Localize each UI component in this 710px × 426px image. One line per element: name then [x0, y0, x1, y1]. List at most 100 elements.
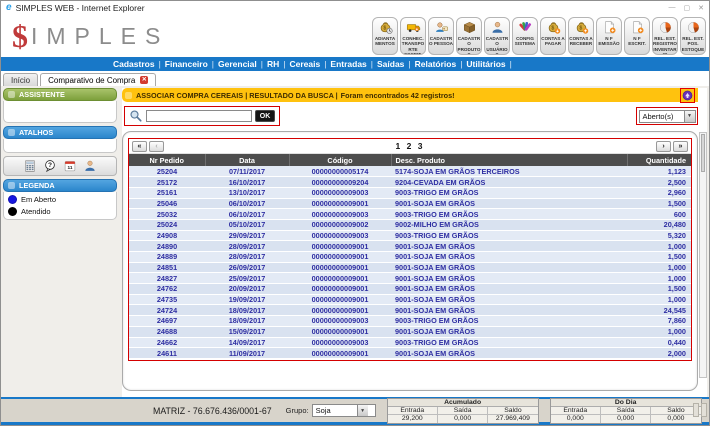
atalhos-panel-header[interactable]: ATALHOS — [3, 126, 117, 139]
menu-item-rh[interactable]: RH — [267, 59, 279, 69]
cell-nr-pedido[interactable]: 25204 — [129, 166, 205, 177]
collapse-circle-icon[interactable] — [680, 88, 695, 103]
cell-desc-produto: 9001-SOJA EM GRÃOS — [391, 348, 627, 359]
menu-item-relatorios[interactable]: Relatórios — [415, 59, 457, 69]
toolbar-button-cadastro-pessoa[interactable]: CADASTRO PESSOA — [428, 17, 454, 55]
toolbar-button-n-f-emissao[interactable]: N F EMISSÃO — [596, 17, 622, 55]
calculator-icon[interactable] — [23, 159, 37, 173]
cell-nr-pedido[interactable]: 24735 — [129, 294, 205, 305]
cell-nr-pedido[interactable]: 24688 — [129, 326, 205, 337]
assistente-panel-header[interactable]: ASSISTENTE — [3, 88, 117, 101]
cell-nr-pedido[interactable]: 25032 — [129, 209, 205, 220]
status-filter-group: Aberto(s) ▼ — [636, 107, 698, 125]
table-row[interactable]: 2504606/10/2017000000000090019001-SOJA E… — [129, 198, 691, 209]
toolbar-button-rel-est-registro-inventario[interactable]: REL. EST. REGISTRO INVENTARIO — [652, 17, 678, 55]
column-header-nr-pedido[interactable]: Nr Pedido — [129, 154, 205, 166]
table-row[interactable]: 2473519/09/2017000000000090019001-SOJA E… — [129, 294, 691, 305]
table-row[interactable]: 2488928/09/2017000000000090019001-SOJA E… — [129, 252, 691, 263]
menu-item-saidas[interactable]: Saídas — [377, 59, 404, 69]
maximize-button[interactable]: ▢ — [684, 4, 691, 12]
search-input[interactable] — [146, 110, 252, 122]
table-row[interactable]: 2502405/10/2017000000000090029002-MILHO … — [129, 219, 691, 230]
cell-nr-pedido[interactable]: 24611 — [129, 348, 205, 359]
calendar-icon[interactable]: 11 — [63, 159, 77, 173]
cell-nr-pedido[interactable]: 24851 — [129, 262, 205, 273]
toolbar-button-rel-est-pos-estoque[interactable]: REL. EST. POS. ESTOQUE — [680, 17, 706, 55]
cell-quantidade: 7,860 — [627, 316, 691, 327]
cell-nr-pedido[interactable]: 25161 — [129, 187, 205, 198]
cell-nr-pedido[interactable]: 24889 — [129, 252, 205, 263]
table-row[interactable]: 2466214/09/2017000000000090039003-TRIGO … — [129, 337, 691, 348]
cell-nr-pedido[interactable]: 24827 — [129, 273, 205, 284]
close-button[interactable]: ✕ — [698, 4, 704, 12]
toolbar-button-adianta-mentos[interactable]: $ADIANTA MENTOS — [372, 17, 398, 55]
menu-item-gerencial[interactable]: Gerencial — [218, 59, 257, 69]
toolbar-button-config-sistema[interactable]: CONFIG SISTEMA — [512, 17, 538, 55]
truck-icon — [406, 20, 421, 35]
scrollbar-thumb[interactable] — [701, 134, 705, 172]
table-row[interactable]: 2516113/10/2017000000000090039003-TRIGO … — [129, 187, 691, 198]
toolbar-button-conhec-transporte-escrit[interactable]: CONHEC. TRANSPORTE ESCRIT. — [400, 17, 426, 55]
table-row[interactable]: 2461111/09/2017000000000090019001-SOJA E… — [129, 348, 691, 359]
legenda-panel-header[interactable]: LEGENDA — [3, 179, 117, 192]
table-row[interactable]: 2472418/09/2017000000000090019001-SOJA E… — [129, 305, 691, 316]
help-icon[interactable]: ? — [43, 159, 57, 173]
cell-nr-pedido[interactable]: 25024 — [129, 219, 205, 230]
table-row[interactable]: 2482725/09/2017000000000090019001-SOJA E… — [129, 273, 691, 284]
cell-nr-pedido[interactable]: 24724 — [129, 305, 205, 316]
color-fan-icon — [518, 20, 533, 35]
next-page-button[interactable]: › — [656, 141, 671, 152]
toolbar-button-cadastro-produtos[interactable]: CADASTRO PRODUTOS — [456, 17, 482, 55]
page-numbers[interactable]: 1 2 3 — [165, 141, 655, 151]
status-filter-select[interactable]: Aberto(s) ▼ — [639, 110, 696, 123]
tab-close-icon[interactable]: ✕ — [140, 76, 148, 84]
cell-quantidade: 1,000 — [627, 294, 691, 305]
toolbar-button-cadastro-usuarios[interactable]: CADASTRO USUÁRIOS — [484, 17, 510, 55]
grupo-value: Soja — [313, 406, 357, 415]
chevron-down-icon[interactable]: ▼ — [684, 111, 695, 122]
cell-nr-pedido[interactable]: 24908 — [129, 230, 205, 241]
menu-item-entradas[interactable]: Entradas — [330, 59, 366, 69]
prev-page-button[interactable]: ‹ — [149, 141, 164, 152]
toolbar-button-contas-a-receber[interactable]: $CONTAS A RECEBER — [568, 17, 594, 55]
minimize-button[interactable]: — — [669, 4, 676, 12]
toolbar-button-contas-a-pagar[interactable]: $CONTAS A PAGAR — [540, 17, 566, 55]
vertical-scrollbar[interactable] — [699, 132, 707, 378]
column-header-codigo[interactable]: Código — [289, 154, 391, 166]
table-row[interactable]: 2520407/11/2017000000000051745174-SOJA E… — [129, 166, 691, 177]
legend-item-em-aberto: Em Aberto — [8, 195, 112, 204]
column-header-desc-produto[interactable]: Desc. Produto — [391, 154, 627, 166]
cell-nr-pedido[interactable]: 24662 — [129, 337, 205, 348]
cell-nr-pedido[interactable]: 24697 — [129, 316, 205, 327]
toolbar-button-n-f-escrit[interactable]: N F ESCRIT. — [624, 17, 650, 55]
last-page-button[interactable]: » — [673, 141, 688, 152]
table-row[interactable]: 2468815/09/2017000000000090019001-SOJA E… — [129, 326, 691, 337]
user-icon[interactable] — [83, 159, 97, 173]
chevron-down-icon[interactable]: ▼ — [357, 405, 368, 416]
menu-item-cadastros[interactable]: Cadastros — [113, 59, 155, 69]
cell-nr-pedido[interactable]: 25046 — [129, 198, 205, 209]
table-row[interactable]: 2476220/09/2017000000000090019001-SOJA E… — [129, 284, 691, 295]
cell-nr-pedido[interactable]: 24890 — [129, 241, 205, 252]
table-row[interactable]: 2517216/10/2017000000000092049204-CEVADA… — [129, 177, 691, 188]
dodia-saida-value: 0,000 — [601, 415, 651, 423]
cell-nr-pedido[interactable]: 25172 — [129, 177, 205, 188]
menu-item-cereais[interactable]: Cereais — [289, 59, 320, 69]
tab-inicio[interactable]: Início — [3, 73, 38, 86]
table-row[interactable]: 2503206/10/2017000000000090039003-TRIGO … — [129, 209, 691, 220]
table-row[interactable]: 2485126/09/2017000000000090019001-SOJA E… — [129, 262, 691, 273]
cell-nr-pedido[interactable]: 24762 — [129, 284, 205, 295]
first-page-button[interactable]: « — [132, 141, 147, 152]
table-row[interactable]: 2489028/09/2017000000000090019001-SOJA E… — [129, 241, 691, 252]
column-header-data[interactable]: Data — [205, 154, 289, 166]
menu-item-utilitarios[interactable]: Utilitários — [466, 59, 505, 69]
grupo-select[interactable]: Soja ▼ — [312, 404, 376, 417]
ok-button[interactable]: OK — [255, 110, 275, 122]
table-row[interactable]: 2469718/09/2017000000000090039003-TRIGO … — [129, 316, 691, 327]
column-header-quantidade[interactable]: Quantidade — [627, 154, 691, 166]
table-row[interactable]: 2490829/09/2017000000000090039003-TRIGO … — [129, 230, 691, 241]
tab-comparativo-de-compra[interactable]: Comparativo de Compra ✕ — [40, 73, 156, 86]
menu-item-financeiro[interactable]: Financeiro — [165, 59, 208, 69]
search-icon[interactable] — [129, 109, 143, 123]
money-receive-icon: $ — [574, 20, 589, 35]
